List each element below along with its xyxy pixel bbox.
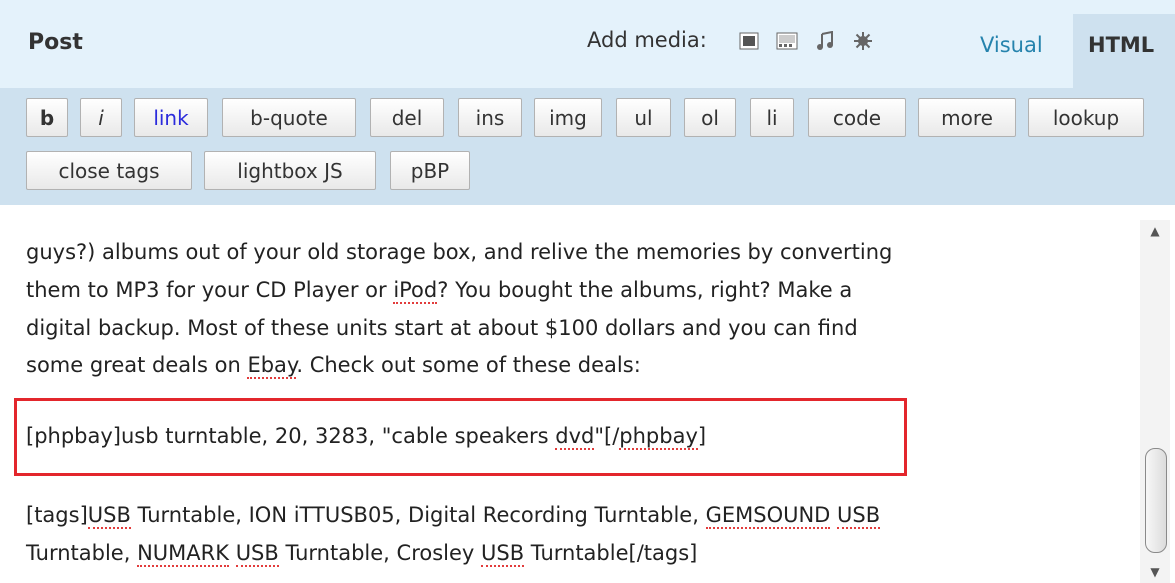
- scroll-up-arrow-icon[interactable]: ▲: [1143, 220, 1167, 242]
- media-icon[interactable]: [852, 30, 874, 52]
- spellcheck-word: USB: [87, 503, 131, 529]
- tags-line-1: [tags]USB Turntable, ION iTTUSB05, Digit…: [26, 503, 881, 529]
- quicktags-toolbar: b i link b-quote del ins img ul ol li co…: [0, 88, 1175, 205]
- italic-button[interactable]: i: [80, 98, 122, 137]
- del-button[interactable]: del: [370, 98, 444, 137]
- lookup-button[interactable]: lookup: [1028, 98, 1144, 137]
- pbp-button[interactable]: pBP: [390, 151, 470, 190]
- spellcheck-word: iPod: [393, 278, 438, 304]
- spellcheck-word: USB: [837, 503, 881, 529]
- media-icons: [738, 30, 874, 52]
- tags-line-2: Turntable, NUMARK USB Turntable, Crosley…: [26, 541, 698, 567]
- content-line-2: them to MP3 for your CD Player or iPod? …: [26, 278, 853, 304]
- tab-visual[interactable]: Visual: [980, 33, 1043, 57]
- content-line-4: some great deals on Ebay. Check out some…: [26, 353, 641, 379]
- post-editor-header: Post Add media: Visual HTML: [0, 0, 1175, 88]
- tab-html-label: HTML: [1088, 33, 1155, 57]
- spellcheck-word: USB: [481, 541, 525, 567]
- ins-button[interactable]: ins: [458, 98, 522, 137]
- li-button[interactable]: li: [750, 98, 794, 137]
- lightbox-js-button[interactable]: lightbox JS: [204, 151, 376, 190]
- video-icon[interactable]: [776, 30, 798, 52]
- post-title: Post: [28, 30, 83, 55]
- spellcheck-word: USB: [235, 541, 279, 567]
- spellcheck-word: NUMARK: [137, 541, 229, 567]
- scroll-down-arrow-icon[interactable]: ▼: [1143, 561, 1167, 583]
- img-button[interactable]: img: [534, 98, 602, 137]
- spellcheck-word: dvd: [555, 424, 595, 450]
- ol-button[interactable]: ol: [684, 98, 736, 137]
- phpbay-shortcode-line: [phpbay]usb turntable, 20, 3283, "cable …: [26, 424, 707, 450]
- close-tags-button[interactable]: close tags: [26, 151, 192, 190]
- blockquote-button[interactable]: b-quote: [222, 98, 356, 137]
- spellcheck-word: GEMSOUND: [705, 503, 831, 529]
- image-icon[interactable]: [738, 30, 760, 52]
- spellcheck-word: Ebay: [247, 353, 297, 379]
- link-button[interactable]: link: [134, 98, 208, 137]
- audio-icon[interactable]: [814, 30, 836, 52]
- code-button[interactable]: code: [808, 98, 906, 137]
- more-button[interactable]: more: [918, 98, 1016, 137]
- scrollbar-thumb[interactable]: [1145, 448, 1167, 553]
- ul-button[interactable]: ul: [616, 98, 671, 137]
- spellcheck-word: phpbay: [619, 424, 698, 450]
- add-media-label: Add media:: [587, 28, 707, 52]
- tab-html[interactable]: HTML: [1073, 14, 1175, 88]
- content-line-3: digital backup. Most of these units star…: [26, 316, 858, 340]
- bold-button[interactable]: b: [26, 98, 68, 137]
- content-line-1: guys?) albums out of your old storage bo…: [26, 240, 893, 264]
